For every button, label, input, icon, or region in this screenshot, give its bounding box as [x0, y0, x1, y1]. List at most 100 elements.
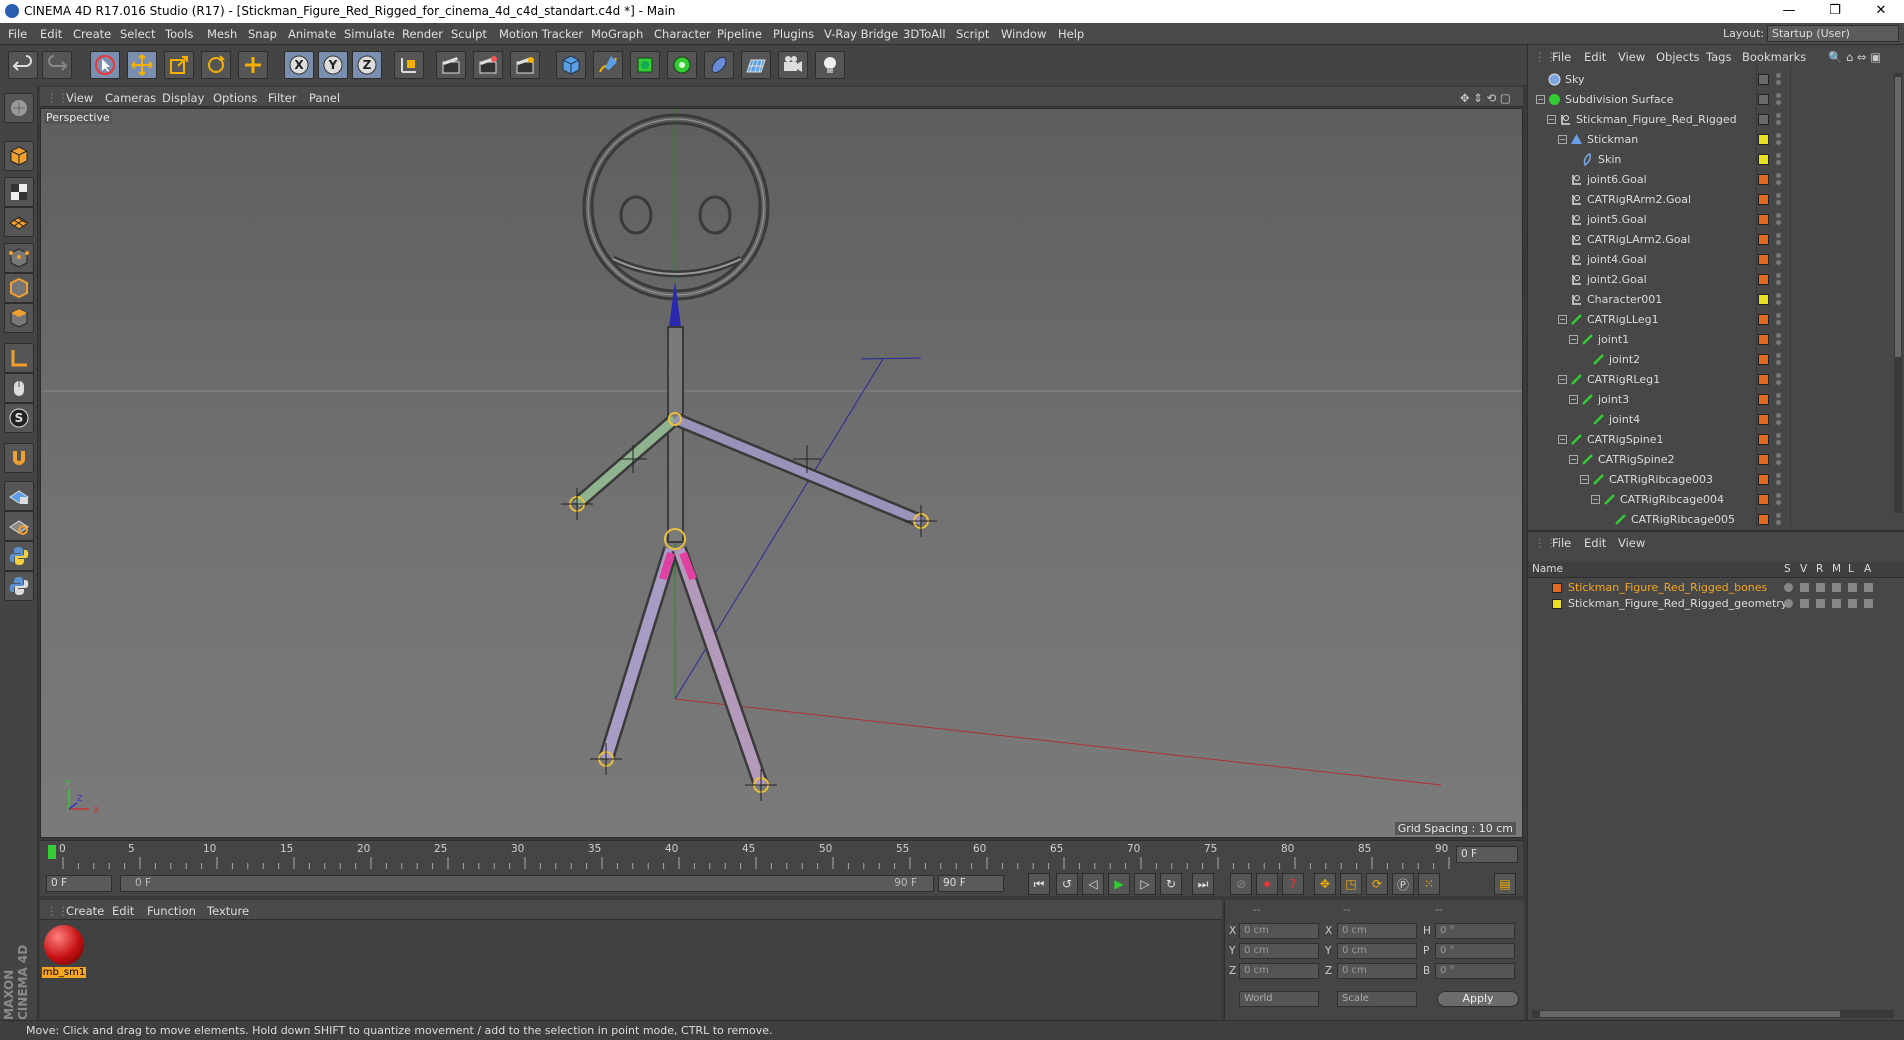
object-row[interactable]: − CATRigRLeg1 [1528, 370, 1890, 390]
menu-simulate[interactable]: Simulate [344, 27, 395, 41]
layer-toggle-icon[interactable] [1816, 583, 1825, 592]
planar-workplane-button[interactable] [4, 511, 34, 541]
layer-color-swatch[interactable] [1758, 374, 1769, 385]
visibility-dots-icon[interactable] [1776, 393, 1782, 407]
end-frame-field[interactable]: 90 F [938, 875, 1004, 892]
visibility-dots-icon[interactable] [1776, 233, 1782, 247]
collapse-toggle-icon[interactable]: − [1569, 455, 1578, 464]
key-rotation-button[interactable]: ⟳ [1366, 873, 1388, 895]
visibility-dots-icon[interactable] [1776, 333, 1782, 347]
rotate-tool-button[interactable] [201, 51, 231, 79]
object-manager-tool-icons[interactable]: 🔍 ⌂ ⇔ ▣ [1828, 50, 1881, 64]
position-z-field[interactable]: 0 cm [1239, 963, 1319, 979]
add-cube-button[interactable] [556, 51, 586, 79]
viewport-menu-cameras[interactable]: Cameras [105, 91, 156, 105]
snap-button[interactable] [4, 443, 34, 473]
layer-color-swatch[interactable] [1758, 514, 1769, 525]
collapse-toggle-icon[interactable]: − [1558, 375, 1567, 384]
object-row[interactable]: CATRigRArm2.Goal [1528, 190, 1890, 210]
viewport-menu-display[interactable]: Display [162, 91, 204, 105]
layer-menu-file[interactable]: File [1552, 536, 1571, 550]
object-row[interactable]: − Stickman_Figure_Red_Rigged [1528, 110, 1890, 130]
object-row[interactable]: joint4.Goal [1528, 250, 1890, 270]
object-row[interactable]: − CATRigSpine1 [1528, 430, 1890, 450]
apply-button[interactable]: Apply [1437, 991, 1519, 1007]
render-settings-button[interactable] [510, 51, 540, 79]
add-mograph-button[interactable] [667, 51, 697, 79]
add-environment-button[interactable] [741, 51, 771, 79]
layer-color-swatch[interactable] [1758, 334, 1769, 345]
add-spline-button[interactable] [593, 51, 623, 79]
viewport-menu-view[interactable]: View [66, 91, 93, 105]
workplane-mode-button[interactable] [4, 207, 34, 237]
menu-animate[interactable]: Animate [288, 27, 336, 41]
layer-row[interactable]: Stickman_Figure_Red_Rigged_geometry [1528, 596, 1904, 612]
render-picture-viewer-button[interactable] [473, 51, 503, 79]
layer-color-swatch[interactable] [1758, 274, 1769, 285]
layer-toggle-icon[interactable] [1784, 599, 1793, 608]
autokey-button[interactable]: ⏺ [1256, 873, 1278, 895]
visibility-dots-icon[interactable] [1776, 473, 1782, 487]
collapse-toggle-icon[interactable]: − [1569, 335, 1578, 344]
coordinate-space-dropdown[interactable]: World [1239, 991, 1319, 1007]
rotation-b-field[interactable]: 0 ° [1435, 963, 1515, 979]
goto-start-button[interactable]: ⏮ [1028, 873, 1050, 895]
menu-file[interactable]: File [8, 27, 27, 41]
add-light-button[interactable] [815, 51, 845, 79]
visibility-dots-icon[interactable] [1776, 313, 1782, 327]
material-menu-function[interactable]: Function [147, 904, 196, 918]
render-view-button[interactable] [436, 51, 466, 79]
position-y-field[interactable]: 0 cm [1239, 943, 1319, 959]
collapse-toggle-icon[interactable]: − [1536, 95, 1545, 104]
polygons-mode-button[interactable] [4, 303, 34, 333]
object-row[interactable]: joint6.Goal [1528, 170, 1890, 190]
object-row[interactable]: − Stickman [1528, 130, 1890, 150]
visibility-dots-icon[interactable] [1776, 213, 1782, 227]
object-row[interactable]: − Subdivision Surface [1528, 90, 1890, 110]
maximize-button[interactable]: ❐ [1812, 0, 1858, 23]
layer-scrollbar[interactable] [1532, 1010, 1894, 1018]
object-row[interactable]: joint5.Goal [1528, 210, 1890, 230]
y-axis-lock-button[interactable]: Y [318, 51, 348, 79]
key-position-button[interactable]: ✥ [1314, 873, 1336, 895]
visibility-dots-icon[interactable] [1776, 253, 1782, 267]
size-x-field[interactable]: 0 cm [1337, 923, 1417, 939]
current-frame-field[interactable]: 0 F [1456, 846, 1518, 863]
size-mode-dropdown[interactable]: Scale [1337, 991, 1417, 1007]
play-button[interactable]: ▶ [1108, 873, 1130, 895]
object-row[interactable]: − CATRigSpine2 [1528, 450, 1890, 470]
collapse-toggle-icon[interactable]: − [1580, 475, 1589, 484]
object-row[interactable]: − CATRigRibcage004 [1528, 490, 1890, 510]
viewport-menu-panel[interactable]: Panel [309, 91, 340, 105]
object-row[interactable]: Character001 [1528, 290, 1890, 310]
scale-tool-button[interactable] [164, 51, 194, 79]
menu-select[interactable]: Select [120, 27, 155, 41]
visibility-dots-icon[interactable] [1776, 173, 1782, 187]
perspective-viewport[interactable]: Y X Z Perspective Grid Spacing : 10 cm [40, 108, 1523, 838]
add-deformer-button[interactable] [704, 51, 734, 79]
coordinate-system-button[interactable] [394, 51, 424, 79]
object-menu-bookmarks[interactable]: Bookmarks [1742, 50, 1806, 64]
menu-help[interactable]: Help [1058, 27, 1084, 41]
layer-toggle-icon[interactable] [1832, 599, 1841, 608]
object-row[interactable]: − CATRigLLeg1 [1528, 310, 1890, 330]
object-row[interactable]: − joint1 [1528, 330, 1890, 350]
rotation-h-field[interactable]: 0 ° [1435, 923, 1515, 939]
visibility-dots-icon[interactable] [1776, 113, 1782, 127]
visibility-dots-icon[interactable] [1776, 493, 1782, 507]
layer-menu-view[interactable]: View [1618, 536, 1645, 550]
menu-create[interactable]: Create [73, 27, 111, 41]
close-button[interactable]: ✕ [1858, 0, 1904, 23]
object-row[interactable]: Skin [1528, 150, 1890, 170]
x-axis-lock-button[interactable]: X [284, 51, 314, 79]
texture-mode-button[interactable] [4, 177, 34, 207]
record-keys-button[interactable]: ⊘ [1230, 873, 1252, 895]
size-z-field[interactable]: 0 cm [1337, 963, 1417, 979]
timeline-window-button[interactable]: ▤ [1494, 873, 1516, 895]
menu-plugins[interactable]: Plugins [773, 27, 814, 41]
layer-color-swatch[interactable] [1758, 74, 1769, 85]
minimize-button[interactable]: — [1766, 0, 1812, 23]
live-selection-button[interactable] [90, 51, 120, 79]
object-row[interactable]: Sky [1528, 70, 1890, 90]
menu-render[interactable]: Render [402, 27, 443, 41]
